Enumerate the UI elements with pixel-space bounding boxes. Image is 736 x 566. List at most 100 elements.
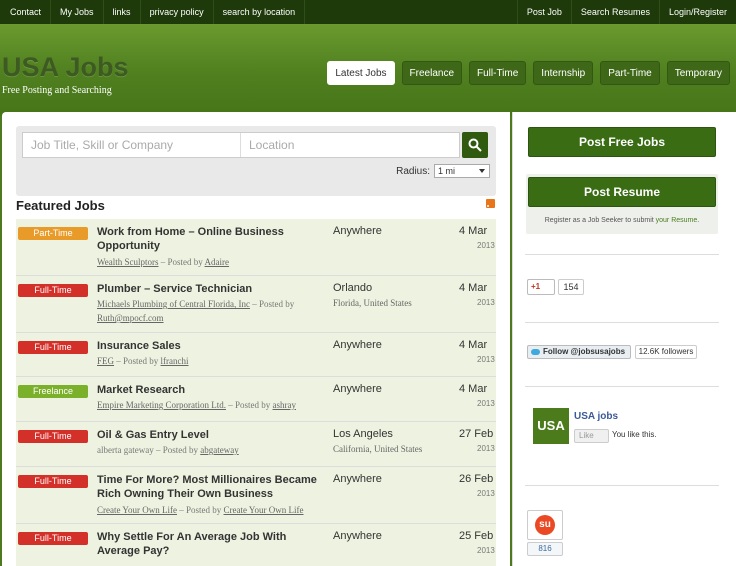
tab-freelance[interactable]: Freelance xyxy=(401,61,462,85)
google-plus-button[interactable]: +1 xyxy=(527,279,555,295)
poster-link[interactable]: Ruth@mpocf.com xyxy=(97,313,164,323)
job-title[interactable]: Oil & Gas Entry Level xyxy=(97,428,327,442)
company-link[interactable]: FEG xyxy=(97,356,114,366)
job-year: 2013 xyxy=(477,489,495,498)
job-type-tabs: Latest Jobs Freelance Full-Time Internsh… xyxy=(327,61,730,85)
rss-icon[interactable] xyxy=(486,199,495,208)
job-location: Los Angeles xyxy=(333,428,393,440)
poster-link[interactable]: lfranchi xyxy=(161,356,189,366)
job-title[interactable]: Time For More? Most Millionaires Became … xyxy=(97,473,327,501)
job-title[interactable]: Plumber – Service Technician xyxy=(97,282,327,296)
job-year: 2013 xyxy=(477,355,495,364)
posted-by-text: – Posted by xyxy=(160,257,203,267)
job-year: 2013 xyxy=(477,399,495,408)
job-date: 27 Feb xyxy=(459,428,494,440)
job-type-badge: Full-Time xyxy=(18,341,88,354)
job-location: Anywhere xyxy=(333,473,382,485)
job-date: 25 Feb xyxy=(459,530,494,542)
tab-internship[interactable]: Internship xyxy=(533,61,594,85)
posted-by-text: – Posted by xyxy=(179,505,222,515)
resume-link[interactable]: your Resume xyxy=(656,217,698,224)
nav-my-jobs[interactable]: My Jobs xyxy=(51,0,104,24)
job-title[interactable]: Market Research xyxy=(97,383,327,397)
nav-contact[interactable]: Contact xyxy=(0,0,52,24)
nav-links[interactable]: links xyxy=(104,0,141,24)
job-date: 26 Feb xyxy=(459,473,494,485)
stumbleupon-button[interactable]: su xyxy=(527,510,563,540)
nav-login-register[interactable]: Login/Register xyxy=(658,0,736,24)
facebook-page-logo[interactable]: USA J xyxy=(533,408,569,444)
radius-control: Radius: 1 mi xyxy=(396,164,490,178)
poster-link[interactable]: ashray xyxy=(273,400,297,410)
radius-select[interactable]: 1 mi xyxy=(434,164,490,178)
main-content: Job Title, Skill or Company Location Rad… xyxy=(2,112,510,566)
job-year: 2013 xyxy=(477,546,495,555)
company-link[interactable]: Create Your Own Life xyxy=(97,505,177,515)
job-location: Orlando xyxy=(333,282,373,294)
job-date: 4 Mar xyxy=(459,383,488,395)
google-plus-count: 154 xyxy=(558,279,584,295)
company-link[interactable]: Empire Marketing Corporation Ltd. xyxy=(97,400,226,410)
facebook-like-text: You like this. xyxy=(612,430,657,439)
resume-note: Register as a Job Seeker to submit your … xyxy=(526,217,718,224)
posted-by-text: – Posted by xyxy=(228,400,271,410)
nav-search-resumes[interactable]: Search Resumes xyxy=(570,0,659,24)
job-type-badge: Part-Time xyxy=(18,227,88,240)
post-resume-button[interactable]: Post Resume xyxy=(528,177,716,207)
job-title[interactable]: Insurance Sales xyxy=(97,339,327,353)
job-location: Anywhere xyxy=(333,339,382,351)
job-type-badge: Full-Time xyxy=(18,430,88,443)
sidebar: Post Free Jobs Post Resume Register as a… xyxy=(512,112,736,566)
post-free-jobs-button[interactable]: Post Free Jobs xyxy=(528,127,716,157)
top-bar: Contact My Jobs links privacy policy sea… xyxy=(0,0,736,24)
job-search-box: Job Title, Skill or Company Location Rad… xyxy=(16,126,496,196)
tab-temporary[interactable]: Temporary xyxy=(666,61,730,85)
featured-jobs-title: Featured Jobs xyxy=(16,198,105,213)
job-row[interactable]: Full-Time Plumber – Service Technician M… xyxy=(16,276,496,333)
top-nav-right: Post Job Search Resumes Login/Register xyxy=(516,0,736,24)
tab-full-time[interactable]: Full-Time xyxy=(469,61,527,85)
posted-by-text: – Posted by xyxy=(155,445,198,455)
job-meta: Create Your Own Life – Posted by Create … xyxy=(97,503,327,517)
job-row[interactable]: Full-Time Why Settle For An Average Job … xyxy=(16,524,496,566)
job-meta: Michaels Plumbing of Central Florida, In… xyxy=(97,297,327,325)
job-meta: alberta gateway – Posted by abgateway xyxy=(97,443,327,457)
job-year: 2013 xyxy=(477,444,495,453)
job-meta: FEG – Posted by lfranchi xyxy=(97,354,327,368)
search-button[interactable] xyxy=(462,132,488,158)
stumbleupon-count: 816 xyxy=(527,542,563,556)
divider xyxy=(525,386,719,387)
facebook-like-button[interactable]: Like xyxy=(574,429,609,443)
nav-search-by-location[interactable]: search by location xyxy=(214,0,306,24)
job-row[interactable]: Full-Time Oil & Gas Entry Level alberta … xyxy=(16,422,496,467)
company-link[interactable]: Michaels Plumbing of Central Florida, In… xyxy=(97,299,250,309)
posted-by-text: – Posted by xyxy=(252,299,295,309)
facebook-page-name[interactable]: USA jobs xyxy=(574,411,618,422)
job-date: 4 Mar xyxy=(459,282,488,294)
job-location: Anywhere xyxy=(333,383,382,395)
job-title[interactable]: Work from Home – Online Business Opportu… xyxy=(97,225,327,253)
keyword-input[interactable]: Job Title, Skill or Company xyxy=(23,133,241,157)
tab-part-time[interactable]: Part-Time xyxy=(600,61,660,85)
job-row[interactable]: Full-Time Time For More? Most Millionair… xyxy=(16,467,496,524)
divider xyxy=(525,254,719,255)
twitter-follow-button[interactable]: Follow @jobsusajobs xyxy=(527,345,631,359)
job-title[interactable]: Why Settle For An Average Job With Avera… xyxy=(97,530,327,558)
job-date: 4 Mar xyxy=(459,225,488,237)
top-nav-left: Contact My Jobs links privacy policy sea… xyxy=(0,0,306,24)
nav-privacy-policy[interactable]: privacy policy xyxy=(141,0,214,24)
job-year: 2013 xyxy=(477,298,495,307)
tab-latest-jobs[interactable]: Latest Jobs xyxy=(327,61,395,85)
job-location: Anywhere xyxy=(333,530,382,542)
company-link[interactable]: Wealth Sculptors xyxy=(97,257,159,267)
nav-post-job[interactable]: Post Job xyxy=(516,0,571,24)
site-logo[interactable]: USA Jobs xyxy=(2,52,129,83)
poster-link[interactable]: abgateway xyxy=(200,445,238,455)
job-row[interactable]: Full-Time Insurance Sales FEG – Posted b… xyxy=(16,333,496,377)
poster-link[interactable]: Adaire xyxy=(205,257,230,267)
location-input[interactable]: Location xyxy=(241,133,459,157)
job-row[interactable]: Part-Time Work from Home – Online Busine… xyxy=(16,219,496,276)
job-type-badge: Full-Time xyxy=(18,475,88,488)
job-row[interactable]: Freelance Market Research Empire Marketi… xyxy=(16,377,496,422)
poster-link[interactable]: Create Your Own Life xyxy=(224,505,304,515)
